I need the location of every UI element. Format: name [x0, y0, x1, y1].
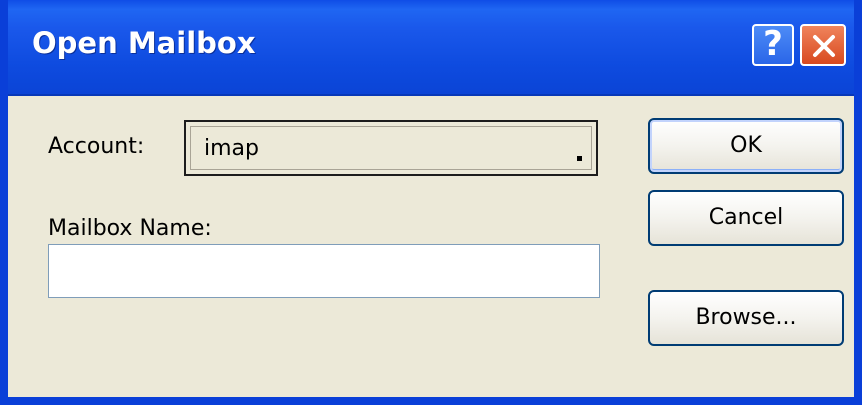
account-selected-value: imap [204, 136, 259, 161]
mailbox-name-label: Mailbox Name: [48, 216, 212, 241]
close-icon[interactable] [800, 24, 846, 66]
account-dropdown[interactable]: imap [184, 120, 598, 176]
ok-button[interactable]: OK [648, 118, 844, 174]
dropdown-arrow-icon[interactable] [577, 156, 582, 161]
browse-button[interactable]: Browse... [648, 290, 844, 346]
account-label: Account: [48, 134, 145, 159]
title-bar[interactable]: Open Mailbox ? [8, 0, 854, 96]
help-icon[interactable]: ? [752, 24, 794, 66]
open-mailbox-dialog: Open Mailbox ? Account: imap Mailbox Nam… [0, 0, 862, 405]
mailbox-name-input[interactable] [48, 244, 600, 298]
dialog-title: Open Mailbox [32, 26, 256, 60]
cancel-button[interactable]: Cancel [648, 190, 844, 246]
